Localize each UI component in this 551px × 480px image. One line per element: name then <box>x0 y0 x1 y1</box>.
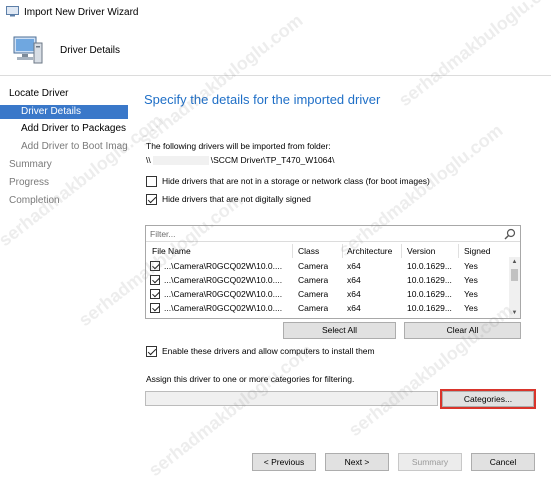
table-row[interactable]: ...\Camera\R0GCQ02W\10.0.... Camera x64 … <box>146 288 508 301</box>
column-header-version[interactable]: Version <box>407 246 435 256</box>
folder-path: \\ \SCCM Driver\TP_T470_W1064\ <box>146 155 335 166</box>
row-checkbox[interactable] <box>150 289 160 299</box>
row-architecture: x64 <box>347 261 361 271</box>
row-version: 10.0.1629... <box>407 261 452 271</box>
row-signed: Yes <box>464 261 478 271</box>
hide-storage-checkbox[interactable] <box>146 175 157 187</box>
enable-drivers-option[interactable]: Enable these drivers and allow computers… <box>146 345 375 357</box>
hide-storage-option[interactable]: Hide drivers that are not in a storage o… <box>146 175 430 187</box>
cancel-button[interactable]: Cancel <box>471 453 535 471</box>
row-file-name: ...\Camera\R0GCQ02W\10.0.... <box>164 289 283 299</box>
row-version: 10.0.1629... <box>407 303 452 313</box>
window-title: Import New Driver Wizard <box>24 7 139 18</box>
column-divider <box>401 244 402 258</box>
row-file-name: ...\Camera\R0GCQ02W\10.0.... <box>164 303 283 313</box>
row-signed: Yes <box>464 275 478 285</box>
row-class: Camera <box>298 289 329 299</box>
column-header-signed[interactable]: Signed <box>464 246 490 256</box>
row-file-name: ...\Camera\R0GCQ02W\10.0.... <box>164 275 283 285</box>
highlight-box <box>440 389 536 409</box>
computer-icon <box>13 36 43 64</box>
row-class: Camera <box>298 261 329 271</box>
hide-storage-label: Hide drivers that are not in a storage o… <box>162 176 430 186</box>
nav-item-locate-driver[interactable]: Locate Driver <box>0 87 128 101</box>
row-class: Camera <box>298 275 329 285</box>
scroll-up-icon[interactable]: ▲ <box>511 259 518 265</box>
row-signed: Yes <box>464 289 478 299</box>
wizard-app-icon <box>6 6 19 17</box>
table-row[interactable]: ...\Camera\R0GCQ02W\10.0.... Camera x64 … <box>146 274 508 287</box>
scroll-thumb[interactable] <box>511 269 518 281</box>
search-icon[interactable] <box>504 228 516 240</box>
row-version: 10.0.1629... <box>407 275 452 285</box>
hide-unsigned-checkbox[interactable] <box>146 193 157 205</box>
column-divider <box>458 244 459 258</box>
row-class: Camera <box>298 303 329 313</box>
folder-description: The following drivers will be imported f… <box>146 141 331 151</box>
folder-path-prefix: \\ <box>146 155 151 165</box>
summary-button: Summary <box>398 453 462 471</box>
previous-button[interactable]: < Previous <box>252 453 316 471</box>
row-signed: Yes <box>464 303 478 313</box>
row-checkbox[interactable] <box>150 303 160 313</box>
row-architecture: x64 <box>347 275 361 285</box>
table-row[interactable]: ...\Camera\R0GCQ02W\10.0.... Camera x64 … <box>146 260 508 273</box>
row-architecture: x64 <box>347 289 361 299</box>
wizard-nav: Locate Driver Driver Details Add Driver … <box>0 77 128 480</box>
row-version: 10.0.1629... <box>407 289 452 299</box>
nav-item-driver-details[interactable]: Driver Details <box>0 105 128 119</box>
select-all-button[interactable]: Select All <box>283 322 396 339</box>
enable-drivers-checkbox[interactable] <box>146 345 157 357</box>
table-row[interactable]: ...\Camera\R0GCQ02W\10.0.... Camera x64 … <box>146 302 508 315</box>
header-title: Driver Details <box>60 45 121 56</box>
nav-item-add-driver-to-packages[interactable]: Add Driver to Packages <box>0 122 128 136</box>
title-bar: Import New Driver Wizard <box>0 0 551 26</box>
next-button[interactable]: Next > <box>325 453 389 471</box>
column-header-class[interactable]: Class <box>298 246 319 256</box>
row-architecture: x64 <box>347 303 361 313</box>
redacted-server-name <box>152 156 209 166</box>
enable-drivers-label: Enable these drivers and allow computers… <box>162 346 375 356</box>
column-divider <box>292 244 293 258</box>
row-file-name: ...\Camera\R0GCQ02W\10.0.... <box>164 261 283 271</box>
folder-path-suffix: \SCCM Driver\TP_T470_W1064\ <box>210 155 335 165</box>
